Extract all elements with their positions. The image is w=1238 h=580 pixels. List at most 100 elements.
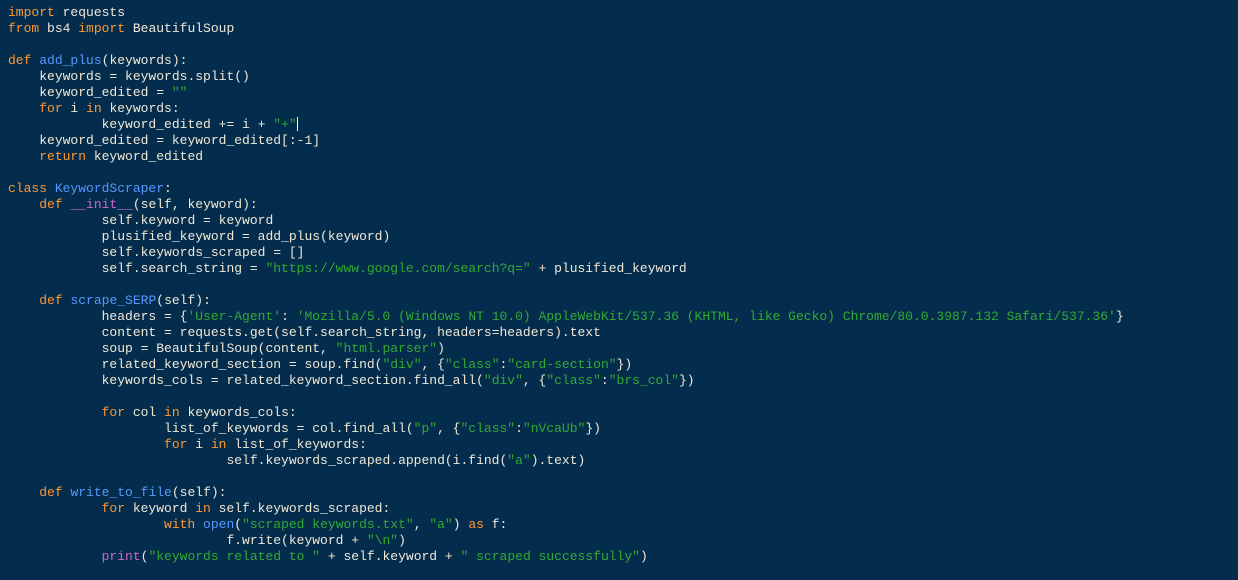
token-kw: import [8,5,55,20]
text-cursor [297,117,298,131]
code-line[interactable]: keyword_edited = "" [8,85,1230,101]
token-id: self.search_string = [102,261,266,276]
code-line[interactable]: class KeywordScraper: [8,181,1230,197]
token-id: self.keyword = keyword [102,213,274,228]
code-line[interactable]: print("keywords related to " + self.keyw… [8,549,1230,565]
token-id: ) [437,341,445,356]
token-id: i [63,101,86,116]
token-str: "https://www.google.com/search?q=" [265,261,530,276]
token-id: : [601,373,609,388]
code-line[interactable]: self.search_string = "https://www.google… [8,261,1230,277]
token-id: self.keywords_scraped = [] [102,245,305,260]
token-fn: KeywordScraper [55,181,164,196]
code-line[interactable]: self.keywords_scraped = [] [8,245,1230,261]
code-line[interactable]: content = requests.get(self.search_strin… [8,325,1230,341]
token-id: keywords_cols = related_keyword_section.… [102,373,484,388]
code-line[interactable]: for keyword in self.keywords_scraped: [8,501,1230,517]
token-id: keyword_edited += i + [102,117,274,132]
code-line[interactable]: keywords = keywords.split() [8,69,1230,85]
token-id: f.write(keyword + [226,533,366,548]
token-id: , { [523,373,546,388]
token-id: ) [640,549,648,564]
token-id: }) [585,421,601,436]
token-dun: __init__ [70,197,132,212]
code-line[interactable]: def write_to_file(self): [8,485,1230,501]
code-line[interactable]: for i in list_of_keywords: [8,437,1230,453]
code-line[interactable]: list_of_keywords = col.find_all("p", {"c… [8,421,1230,437]
token-kw: def [8,53,39,68]
token-id: i [187,437,210,452]
token-kw: for [102,405,125,420]
token-id: keywords_cols: [180,405,297,420]
token-str: "scraped keywords.txt" [242,517,414,532]
token-kw: def [39,293,70,308]
token-str: "\n" [367,533,398,548]
token-str: "a" [507,453,530,468]
token-kw: return [39,149,86,164]
token-id: ) [453,517,469,532]
code-line[interactable]: def add_plus(keywords): [8,53,1230,69]
token-id: bs4 [39,21,78,36]
code-line[interactable]: f.write(keyword + "\n") [8,533,1230,549]
token-str: "p" [414,421,437,436]
token-str: "class" [460,421,515,436]
code-line[interactable]: self.keyword = keyword [8,213,1230,229]
token-kw: in [211,437,227,452]
code-line[interactable]: soup = BeautifulSoup(content, "html.pars… [8,341,1230,357]
token-str: "brs_col" [609,373,679,388]
code-line[interactable] [8,37,1230,53]
code-line[interactable] [8,389,1230,405]
code-line[interactable]: headers = {'User-Agent': 'Mozilla/5.0 (W… [8,309,1230,325]
code-line[interactable]: keyword_edited += i + "+" [8,117,1230,133]
code-line[interactable] [8,165,1230,181]
token-id: }) [617,357,633,372]
token-str: "class" [445,357,500,372]
token-str: "card-section" [507,357,616,372]
code-line[interactable]: return keyword_edited [8,149,1230,165]
token-str: "div" [382,357,421,372]
token-fn: open [203,517,234,532]
token-kw: in [164,405,180,420]
token-kw: for [39,101,62,116]
token-str: 'User-Agent' [187,309,281,324]
code-line[interactable] [8,469,1230,485]
token-kw: as [468,517,484,532]
code-line[interactable]: plusified_keyword = add_plus(keyword) [8,229,1230,245]
code-line[interactable]: import requests [8,5,1230,21]
token-kw: class [8,181,55,196]
token-str: "class" [546,373,601,388]
token-id: ( [234,517,242,532]
code-line[interactable]: for col in keywords_cols: [8,405,1230,421]
token-id: content = requests.get(self.search_strin… [102,325,601,340]
token-id: keywords: [102,101,180,116]
token-str: "nVcaUb" [523,421,585,436]
code-line[interactable]: related_keyword_section = soup.find("div… [8,357,1230,373]
code-line[interactable]: keywords_cols = related_keyword_section.… [8,373,1230,389]
token-id: , { [422,357,445,372]
token-id: keyword_edited = keyword_edited[: [39,133,296,148]
token-id: , [414,517,430,532]
token-str: "html.parser" [336,341,437,356]
token-str: "keywords related to " [148,549,320,564]
code-editor[interactable]: import requestsfrom bs4 import Beautiful… [8,5,1230,565]
code-line[interactable]: def scrape_SERP(self): [8,293,1230,309]
token-id: headers = { [102,309,188,324]
code-line[interactable]: from bs4 import BeautifulSoup [8,21,1230,37]
token-str: " scraped successfully" [461,549,640,564]
token-fn: write_to_file [70,485,171,500]
token-id: keywords = keywords.split() [39,69,250,84]
token-kw: import [78,21,125,36]
token-id: , { [437,421,460,436]
code-line[interactable]: keyword_edited = keyword_edited[:-1] [8,133,1230,149]
code-line[interactable]: with open("scraped keywords.txt", "a") a… [8,517,1230,533]
code-line[interactable] [8,277,1230,293]
token-id: ) [398,533,406,548]
code-line[interactable]: for i in keywords: [8,101,1230,117]
token-str: 'Mozilla/5.0 (Windows NT 10.0) AppleWebK… [297,309,1116,324]
token-kw: for [102,501,125,516]
token-str: "" [172,85,188,100]
token-str: "a" [429,517,452,532]
token-str: "+" [273,117,296,132]
code-line[interactable]: self.keywords_scraped.append(i.find("a")… [8,453,1230,469]
code-line[interactable]: def __init__(self, keyword): [8,197,1230,213]
